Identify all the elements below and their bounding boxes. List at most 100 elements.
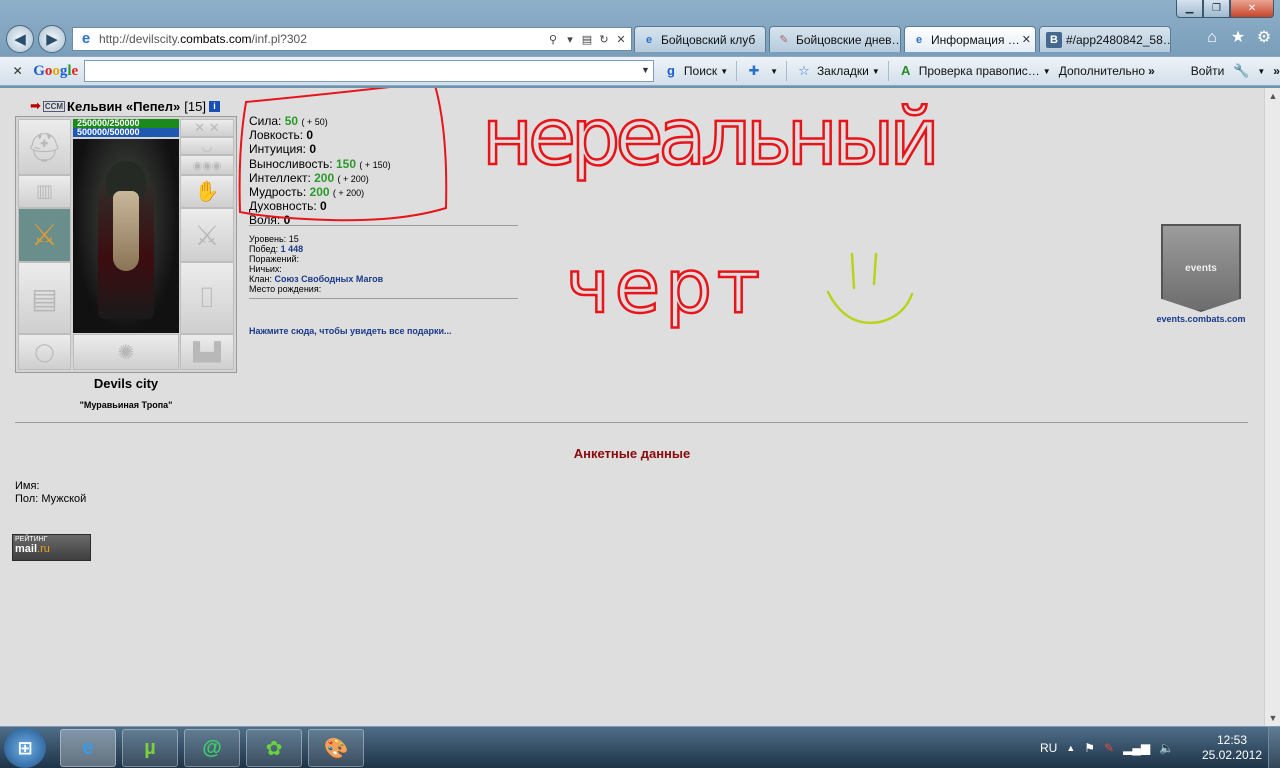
toolbar-overflow-button[interactable]: » [1273,64,1280,78]
compat-view-icon[interactable]: ▤ [580,33,594,46]
show-desktop-button[interactable] [1268,727,1280,768]
tab-fight-club[interactable]: e Бойцовский клуб [634,26,766,52]
events-banner[interactable]: events events.combats.com [1152,224,1250,324]
gloves-slot[interactable]: ✋ [180,175,234,208]
shield-emblem-icon: events [1161,224,1241,312]
google-search-input[interactable]: ▼ [84,60,654,82]
language-indicator[interactable]: RU [1040,741,1057,755]
gifts-link[interactable]: Нажмите сюда, чтобы увидеть все подарки.… [249,326,452,336]
stat-row: Интеллект: 200 ( + 200) [249,171,391,186]
belt-slot[interactable]: ◯ [18,334,71,370]
gender-row: Пол: Мужской [15,493,87,505]
helmet-slot[interactable]: ⛑ [18,119,71,175]
leggings-icon: ⌷ [198,281,216,313]
forward-button[interactable]: ▶ [38,25,66,53]
clan-link[interactable]: Союз Свободных Магов [275,274,384,284]
wins-link[interactable]: 1 448 [281,244,304,254]
icq-flower-icon: ✿ [265,737,283,760]
clock[interactable]: 12:53 25.02.2012 [1200,733,1264,763]
google-search-button[interactable]: g Поиск ▼ [662,63,728,79]
favorites-star-icon[interactable]: ★ [1228,28,1248,48]
tray-app-icon[interactable]: ✎ [1104,741,1114,755]
show-hidden-icons-icon[interactable]: ▲ [1066,743,1075,753]
taskbar-utorrent[interactable]: µ [122,729,178,767]
close-toolbar-icon[interactable]: ✕ [8,64,27,78]
tools-gear-icon[interactable]: ⚙ [1254,28,1274,48]
taskbar-ie[interactable]: e [60,729,116,767]
clan-emblem-icon[interactable]: ССМ [42,100,66,112]
back-arrow-icon: ◀ [14,31,26,48]
info-icon[interactable]: i [208,100,220,112]
plus-button[interactable]: ✚ ▼ [745,63,778,79]
city-name: Devils city [93,376,159,391]
profile-data: Имя: Пол: Мужской [15,480,86,506]
signin-button[interactable]: Войти [1191,64,1225,78]
leggings-slot[interactable]: ⌷ [180,262,234,334]
stat-bonus: ( + 200) [337,173,369,184]
draws-row: Ничьих: [249,264,282,274]
start-button[interactable]: ⊞ [4,728,46,768]
rings-slot[interactable]: ◉◉◉ [180,155,234,175]
maximize-button[interactable]: ❐ [1203,0,1230,18]
amulet-emblem-slot[interactable]: ✺ [73,334,179,370]
boots-icon: ▙▟ [193,341,221,362]
divider [249,225,518,226]
character-header: ➡ ССМ Кельвин «Пепел» [15] i [30,98,220,114]
tab-fight-diaries[interactable]: ✎ Бойцовские днев… [769,26,901,52]
private-message-arrow-icon[interactable]: ➡ [30,98,41,114]
emblem-icon: ✺ [117,341,135,364]
scroll-up-icon[interactable]: ▲ [1265,88,1280,104]
mailru-rating-badge[interactable]: РЕЙТИНГ mail.ru [12,534,91,561]
weapon-slot[interactable]: ⚔ [18,208,71,262]
scroll-down-icon[interactable]: ▼ [1265,710,1280,726]
close-window-button[interactable]: ✕ [1230,0,1274,18]
spellcheck-icon: A [901,63,911,78]
events-link[interactable]: events.combats.com [1152,314,1250,324]
handwritten-line-1: нереальный [482,93,944,183]
mana-bar: 500000/500000 [73,128,179,137]
google-logo: Google [33,62,79,79]
action-center-flag-icon[interactable]: ⚑ [1084,741,1095,755]
bookmarks-button[interactable]: ☆ Закладки ▼ [795,63,880,79]
character-avatar[interactable] [73,139,179,333]
stop-icon[interactable]: ✕ [614,33,628,46]
character-level: [15] [184,98,206,114]
bracers-icon: ▥ [35,181,53,201]
address-bar[interactable]: e http://devilscity.combats.com/inf.pl?3… [72,27,632,51]
handwritten-line-2: черт [566,244,766,330]
smiley-drawing [826,252,914,325]
more-button[interactable]: Дополнительно» [1059,64,1155,78]
stat-bonus: ( + 200) [332,188,365,199]
refresh-icon[interactable]: ↻ [597,33,611,46]
ie-icon: e [82,736,94,759]
vertical-scrollbar[interactable]: ▲ ▼ [1264,88,1280,726]
wrench-button[interactable]: 🔧 ▼ [1232,63,1265,79]
network-signal-icon[interactable]: ▂▄▆ [1123,741,1150,755]
volume-icon[interactable]: 🔈 [1159,741,1174,755]
back-button[interactable]: ◀ [6,25,34,53]
google-g-icon: g [666,63,675,78]
offhand-slot[interactable]: ⚔ [180,208,234,262]
boots-slot[interactable]: ▙▟ [180,334,234,370]
close-tab-icon[interactable]: ✕ [1022,33,1031,46]
runes-slot[interactable]: ✕ ✕ [180,119,234,137]
chevron-down-icon[interactable]: ▼ [641,65,650,75]
tab-information[interactable]: e Информация … ✕ [904,26,1036,52]
book-icon: ✎ [779,33,789,46]
taskbar-mail-agent[interactable]: @ [184,729,240,767]
home-icon[interactable]: ⌂ [1202,28,1222,48]
character-name: Кельвин «Пепел» [67,98,181,114]
tab-vk-app[interactable]: В #/app2480842_58… [1039,26,1171,52]
taskbar-icq[interactable]: ✿ [246,729,302,767]
necklace-slot[interactable]: ◡ [180,137,234,155]
spellcheck-button[interactable]: A Проверка правопис… ▼ [897,63,1051,79]
minimize-button[interactable]: ▁ [1176,0,1203,18]
taskbar-paint[interactable]: 🎨 [308,729,364,767]
url-text[interactable]: http://devilscity.combats.com/inf.pl?302 [99,32,546,46]
stat-row: Выносливость: 150 ( + 150) [249,157,391,172]
bracers-slot[interactable]: ▥ [18,175,71,208]
search-icon[interactable]: ⚲ [546,33,560,46]
stat-row: Интуиция: 0 [249,143,391,157]
dropdown-icon[interactable]: ▾ [563,33,577,46]
armor-slot[interactable]: ▤ [18,262,71,334]
